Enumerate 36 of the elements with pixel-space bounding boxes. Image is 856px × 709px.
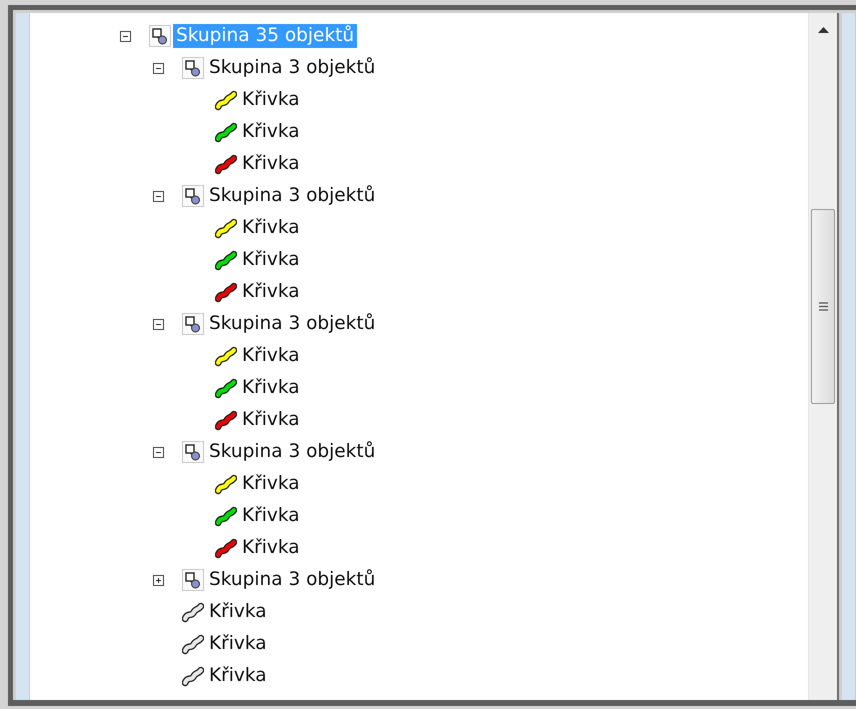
- tree-item[interactable]: Křivka: [239, 504, 303, 528]
- tree-item[interactable]: Skupina 3 objektů: [206, 56, 378, 80]
- tree-item[interactable]: Skupina 3 objektů: [206, 184, 378, 208]
- tree-item[interactable]: Křivka: [239, 536, 303, 560]
- tree-item[interactable]: Křivka: [206, 600, 270, 624]
- vertical-scrollbar[interactable]: [808, 13, 839, 700]
- group-icon: [182, 313, 204, 335]
- tree-item[interactable]: Křivka: [239, 408, 303, 432]
- tree-item[interactable]: Skupina 3 objektů: [206, 440, 378, 464]
- tree-item[interactable]: Křivka: [239, 344, 303, 368]
- grip-icon: [818, 302, 828, 311]
- scrollbar-thumb[interactable]: [811, 209, 835, 404]
- group-icon: [182, 57, 204, 79]
- tree-item[interactable]: Křivka: [239, 88, 303, 112]
- tree-item[interactable]: Skupina 3 objektů: [206, 312, 378, 336]
- collapse-icon[interactable]: [120, 30, 131, 42]
- collapse-icon[interactable]: [153, 190, 164, 202]
- tree-item[interactable]: Křivka: [239, 152, 303, 176]
- scroll-up-icon[interactable]: [818, 27, 828, 33]
- group-icon: [182, 185, 204, 207]
- collapse-icon[interactable]: [153, 62, 164, 74]
- tree-item[interactable]: Křivka: [239, 280, 303, 304]
- tree-item[interactable]: Křivka: [239, 120, 303, 144]
- tree-item[interactable]: Křivka: [206, 664, 270, 688]
- tree-item[interactable]: Křivka: [239, 376, 303, 400]
- group-icon: [149, 25, 171, 47]
- tree-item[interactable]: Křivka: [239, 472, 303, 496]
- collapse-icon[interactable]: [153, 318, 164, 330]
- collapse-icon[interactable]: [153, 446, 164, 458]
- expand-icon[interactable]: [153, 574, 164, 586]
- tree-item[interactable]: Křivka: [239, 216, 303, 240]
- tree-item[interactable]: Křivka: [206, 632, 270, 656]
- tree-item[interactable]: Skupina 3 objektů: [206, 568, 378, 592]
- group-icon: [182, 569, 204, 591]
- group-icon: [182, 441, 204, 463]
- tree-item[interactable]: Křivka: [239, 248, 303, 272]
